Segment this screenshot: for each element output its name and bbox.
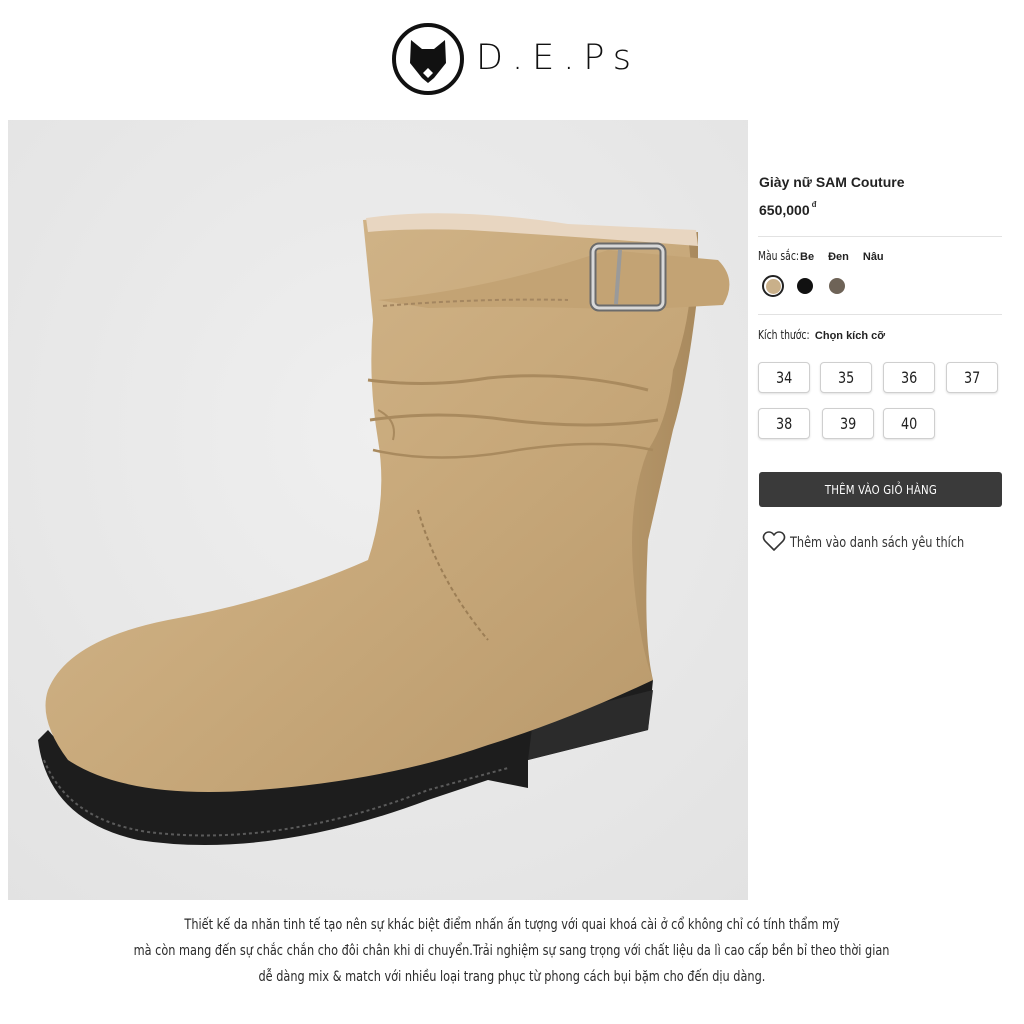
size-button-38[interactable]: 38	[758, 408, 810, 439]
boot-product-image	[8, 120, 748, 900]
description-text: Thiết kế da nhăn tinh tế tạo nên sự khác…	[184, 917, 840, 933]
size-value: 38	[775, 414, 793, 433]
size-prompt: Chọn kích cỡ	[814, 330, 886, 342]
product-description: Thiết kế da nhăn tinh tế tạo nên sự khác…	[0, 912, 1024, 990]
color-swatches	[762, 275, 848, 297]
product-image	[8, 120, 748, 900]
color-names: Be Đen Nâu	[800, 251, 884, 263]
add-to-cart-button[interactable]: THÊM VÀO GIỎ HÀNG	[759, 472, 1002, 507]
product-price: 650,000	[759, 202, 810, 218]
color-name-be: Be	[800, 251, 815, 263]
size-button-40[interactable]: 40	[883, 408, 935, 439]
size-value: 39	[839, 414, 857, 433]
size-value: 35	[837, 368, 855, 387]
description-line: Thiết kế da nhăn tinh tế tạo nên sự khác…	[0, 912, 1024, 938]
description-text: dễ dàng mix & match với nhiều loại trang…	[258, 969, 766, 985]
size-button-36[interactable]: 36	[883, 362, 935, 393]
product-title: Giày nữ SAM Couture	[759, 174, 905, 190]
fox-logo-icon[interactable]	[390, 21, 466, 97]
swatch-be-dot	[765, 278, 781, 294]
description-line: dễ dàng mix & match với nhiều loại trang…	[0, 964, 1024, 990]
swatch-den[interactable]	[794, 275, 816, 297]
color-label: Màu sắc:	[758, 248, 800, 263]
swatch-nau[interactable]	[826, 275, 848, 297]
size-button-34[interactable]: 34	[758, 362, 810, 393]
size-button-37[interactable]: 37	[946, 362, 998, 393]
swatch-be[interactable]	[762, 275, 784, 297]
divider	[758, 236, 1002, 237]
size-button-35[interactable]: 35	[820, 362, 872, 393]
size-value: 40	[900, 414, 918, 433]
add-to-wishlist-link[interactable]: Thêm vào danh sách yêu thích	[762, 530, 1013, 556]
currency-symbol: đ	[811, 200, 817, 209]
divider	[758, 314, 1002, 315]
heart-outline-icon	[762, 530, 786, 556]
size-value: 37	[963, 368, 981, 387]
size-value: 36	[900, 368, 918, 387]
color-name-den: Đen	[828, 251, 849, 263]
price-row: 650,000 đ	[759, 200, 817, 219]
add-to-cart-label: THÊM VÀO GIỎ HÀNG	[824, 482, 937, 497]
brand-name[interactable]: D.E.Ps	[476, 38, 640, 78]
swatch-den-dot	[797, 278, 813, 294]
size-option-row: Kích thước: Chọn kích cỡ	[758, 327, 885, 342]
description-line: mà còn mang đến sự chắc chắn cho đôi châ…	[0, 938, 1024, 964]
size-label: Kích thước:	[758, 327, 810, 342]
site-header: D.E.Ps	[0, 0, 1024, 110]
size-button-39[interactable]: 39	[822, 408, 874, 439]
swatch-nau-dot	[829, 278, 845, 294]
description-text: mà còn mang đến sự chắc chắn cho đôi châ…	[134, 943, 890, 959]
size-value: 34	[775, 368, 793, 387]
color-name-nau: Nâu	[862, 251, 884, 263]
wishlist-label: Thêm vào danh sách yêu thích	[790, 535, 965, 551]
color-option-row: Màu sắc: Be Đen Nâu	[758, 248, 884, 263]
